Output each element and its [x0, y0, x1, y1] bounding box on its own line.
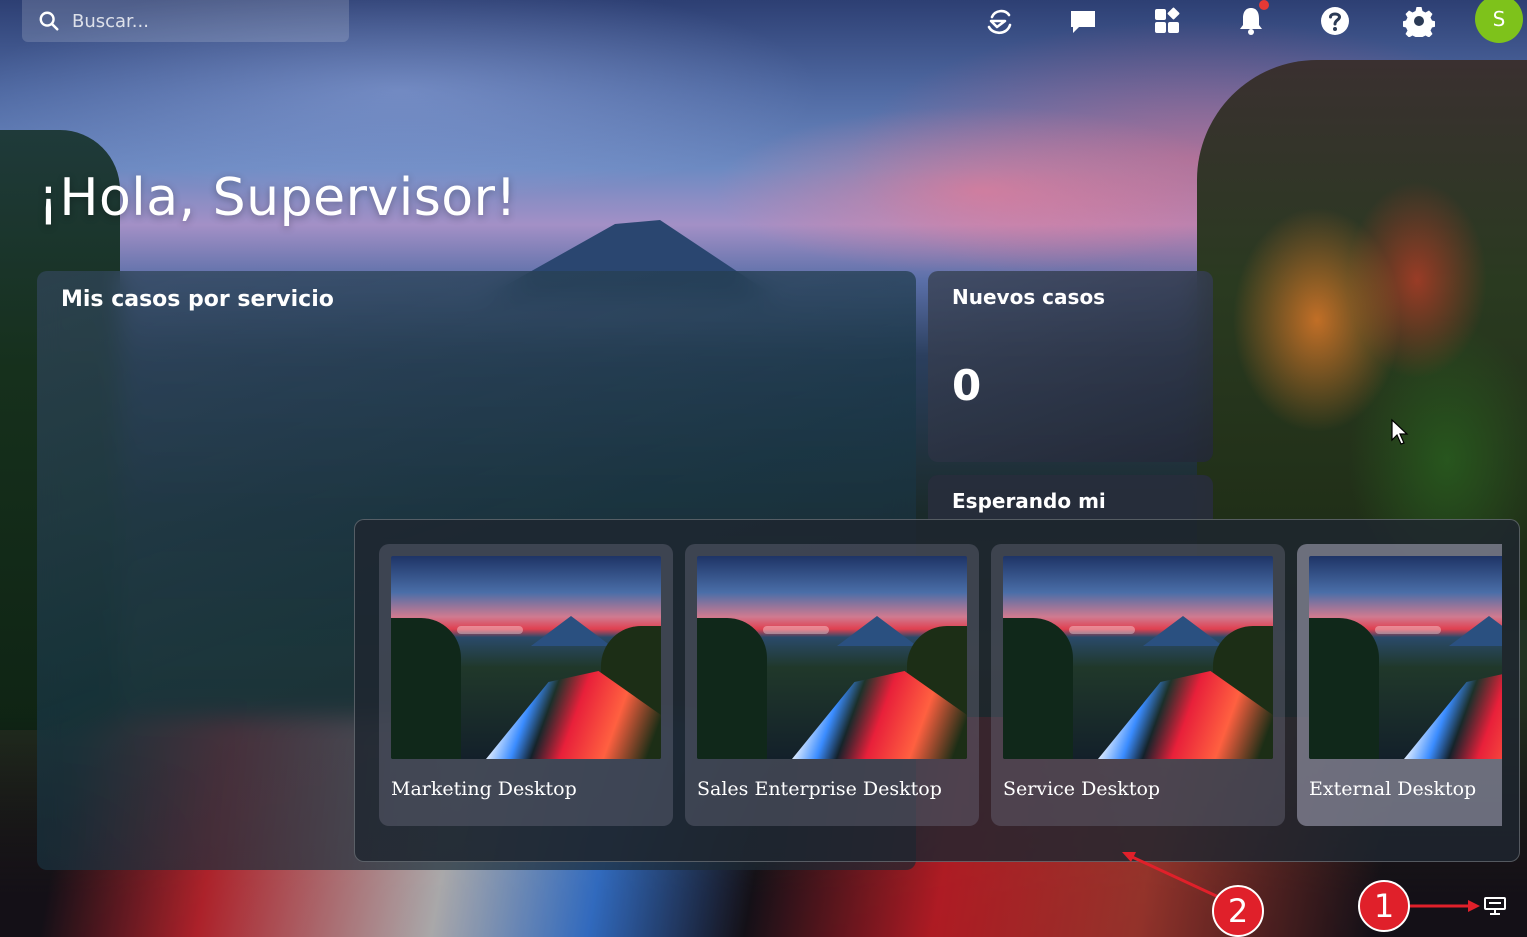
new-cases-widget[interactable]: Nuevos casos 0 [928, 271, 1213, 462]
ai-assistant-icon [987, 9, 1012, 35]
desktop-card-label: Sales Enterprise Desktop [697, 778, 942, 800]
apps-icon [1155, 7, 1180, 33]
widget-title: Nuevos casos [952, 285, 1106, 309]
search-input[interactable] [72, 10, 312, 32]
desktop-card-sales-enterprise[interactable]: Sales Enterprise Desktop [685, 544, 979, 826]
desktop-card-service[interactable]: Service Desktop [991, 544, 1285, 826]
search-bar[interactable] [22, 0, 349, 42]
desktop-card-label: Service Desktop [1003, 778, 1161, 800]
chat-icon [1071, 11, 1095, 33]
waiting-widget[interactable]: Esperando mi [928, 475, 1213, 519]
greeting-heading: ¡Hola, Supervisor! [38, 168, 517, 228]
desktop-card-list: Marketing Desktop Sales Enterprise Deskt… [379, 544, 1502, 827]
desktop-card-external[interactable]: External Desktop [1297, 544, 1502, 826]
monitor-icon [1484, 897, 1506, 915]
desktop-thumbnail [391, 556, 661, 759]
user-avatar[interactable]: S [1475, 0, 1523, 43]
desktop-thumbnail [1309, 556, 1502, 759]
annotation-badge-2: 2 [1212, 885, 1264, 937]
desktop-card-marketing[interactable]: Marketing Desktop [379, 544, 673, 826]
help-button[interactable] [1293, 0, 1377, 42]
annotation-badge-1: 1 [1358, 880, 1410, 932]
desktop-card-label: External Desktop [1309, 778, 1477, 800]
desktop-thumbnail [697, 556, 967, 759]
notification-dot [1259, 0, 1269, 10]
ai-assistant-button[interactable] [957, 0, 1041, 42]
desktop-switcher-button[interactable] [1482, 894, 1508, 918]
chat-button[interactable] [1041, 0, 1125, 42]
desktop-switcher-panel: Marketing Desktop Sales Enterprise Deskt… [354, 519, 1520, 862]
desktop-card-label: Marketing Desktop [391, 778, 577, 800]
top-toolbar: S [957, 0, 1523, 43]
apps-button[interactable] [1125, 0, 1209, 42]
notifications-button[interactable] [1209, 0, 1293, 42]
search-icon [39, 11, 59, 31]
desktop-thumbnail [1003, 556, 1273, 759]
widget-title: Mis casos por servicio [61, 287, 334, 312]
settings-icon [1403, 7, 1435, 37]
help-icon [1321, 7, 1349, 35]
mouse-cursor-icon [1391, 418, 1409, 445]
widget-title: Esperando mi [952, 489, 1106, 513]
new-cases-count: 0 [952, 361, 982, 410]
settings-button[interactable] [1377, 0, 1461, 42]
